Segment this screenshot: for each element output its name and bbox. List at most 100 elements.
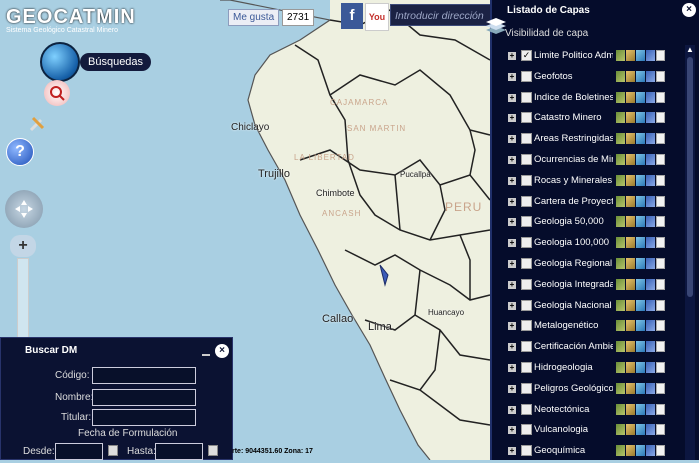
document-icon[interactable] <box>656 237 665 249</box>
transparency-icon[interactable] <box>646 50 655 61</box>
expand-icon[interactable]: + <box>508 280 516 289</box>
layer-row[interactable]: + Areas Restringidas <box>492 130 686 151</box>
layer-checkbox[interactable] <box>521 424 532 436</box>
expand-icon[interactable]: + <box>508 52 516 60</box>
zoom-to-layer-icon[interactable] <box>616 50 625 61</box>
metadata-icon[interactable] <box>636 299 645 311</box>
layer-checkbox[interactable] <box>521 237 532 249</box>
globe-icon[interactable] <box>40 42 80 82</box>
legend-icon[interactable] <box>626 133 635 145</box>
layer-row[interactable]: + Geologia 100,000 <box>492 234 686 255</box>
layer-checkbox[interactable] <box>521 403 532 415</box>
metadata-icon[interactable] <box>636 424 645 436</box>
codigo-field[interactable] <box>92 367 196 384</box>
zoom-to-layer-icon[interactable] <box>616 112 625 124</box>
legend-icon[interactable] <box>626 174 635 186</box>
help-icon[interactable]: ? <box>6 138 34 166</box>
document-icon[interactable] <box>656 174 665 186</box>
layer-row[interactable]: + Indice de Boletines y Mapas <box>492 89 686 110</box>
transparency-icon[interactable] <box>646 112 655 124</box>
zoom-to-layer-icon[interactable] <box>616 153 625 165</box>
transparency-icon[interactable] <box>646 278 655 290</box>
expand-icon[interactable]: + <box>508 197 516 206</box>
expand-icon[interactable]: + <box>508 259 516 268</box>
expand-icon[interactable]: + <box>508 176 516 185</box>
document-icon[interactable] <box>656 403 665 415</box>
expand-icon[interactable]: + <box>508 114 516 123</box>
layer-checkbox[interactable] <box>521 382 532 394</box>
pan-control-icon[interactable] <box>5 190 43 228</box>
metadata-icon[interactable] <box>636 195 645 207</box>
layer-checkbox[interactable] <box>521 153 532 165</box>
youtube-icon[interactable]: You <box>365 3 389 31</box>
layer-checkbox[interactable] <box>521 341 532 353</box>
titular-field[interactable] <box>92 409 196 426</box>
metadata-icon[interactable] <box>636 403 645 415</box>
transparency-icon[interactable] <box>646 237 655 249</box>
zoom-to-layer-icon[interactable] <box>616 237 625 249</box>
zoom-to-layer-icon[interactable] <box>616 320 625 332</box>
document-icon[interactable] <box>656 278 665 290</box>
expand-icon[interactable]: + <box>508 405 516 414</box>
legend-icon[interactable] <box>626 112 635 124</box>
expand-icon[interactable]: + <box>508 447 516 456</box>
document-icon[interactable] <box>656 341 665 353</box>
metadata-icon[interactable] <box>636 70 645 82</box>
legend-icon[interactable] <box>626 403 635 415</box>
legend-icon[interactable] <box>626 341 635 353</box>
legend-icon[interactable] <box>626 153 635 165</box>
document-icon[interactable] <box>656 424 665 436</box>
transparency-icon[interactable] <box>646 195 655 207</box>
transparency-icon[interactable] <box>646 299 655 311</box>
metadata-icon[interactable] <box>636 278 645 290</box>
expand-icon[interactable]: + <box>508 322 516 331</box>
layer-row[interactable]: + Certificación Ambiental <box>492 338 686 359</box>
document-icon[interactable] <box>656 153 665 165</box>
metadata-icon[interactable] <box>636 237 645 249</box>
document-icon[interactable] <box>656 445 665 457</box>
layer-checkbox[interactable] <box>521 299 532 311</box>
zoom-to-layer-icon[interactable] <box>616 445 625 457</box>
legend-icon[interactable] <box>626 91 635 103</box>
layer-checkbox[interactable] <box>521 216 532 228</box>
scroll-up-icon[interactable]: ▲ <box>686 45 694 54</box>
transparency-icon[interactable] <box>646 424 655 436</box>
desde-date-field[interactable] <box>55 443 103 460</box>
zoom-to-layer-icon[interactable] <box>616 195 625 207</box>
layer-row[interactable]: + Rocas y Minerales Industriales <box>492 172 686 193</box>
expand-icon[interactable]: + <box>508 363 516 372</box>
legend-icon[interactable] <box>626 257 635 269</box>
expand-icon[interactable]: + <box>508 239 516 248</box>
layer-row[interactable]: + Geologia 50,000 <box>492 213 686 234</box>
legend-icon[interactable] <box>626 50 635 61</box>
transparency-icon[interactable] <box>646 133 655 145</box>
transparency-icon[interactable] <box>646 382 655 394</box>
expand-icon[interactable]: + <box>508 301 516 310</box>
transparency-icon[interactable] <box>646 361 655 373</box>
layer-checkbox[interactable] <box>521 445 532 457</box>
document-icon[interactable] <box>656 133 665 145</box>
layer-row[interactable]: + Vulcanologia <box>492 421 686 442</box>
layer-row[interactable]: + Geologia Integrada <box>492 276 686 297</box>
zoom-in-button[interactable]: + <box>10 235 36 257</box>
document-icon[interactable] <box>656 112 665 124</box>
metadata-icon[interactable] <box>636 133 645 145</box>
zoom-to-layer-icon[interactable] <box>616 382 625 394</box>
nombre-field[interactable] <box>92 389 196 406</box>
desde-calendar-icon[interactable] <box>108 445 118 456</box>
metadata-icon[interactable] <box>636 320 645 332</box>
hasta-calendar-icon[interactable] <box>208 445 218 456</box>
layer-checkbox[interactable] <box>521 320 532 332</box>
zoom-to-layer-icon[interactable] <box>616 424 625 436</box>
legend-icon[interactable] <box>626 320 635 332</box>
document-icon[interactable] <box>656 361 665 373</box>
like-button[interactable]: Me gusta <box>228 9 280 26</box>
legend-icon[interactable] <box>626 424 635 436</box>
expand-icon[interactable]: + <box>508 155 516 164</box>
expand-icon[interactable]: + <box>508 72 516 81</box>
metadata-icon[interactable] <box>636 50 645 61</box>
legend-icon[interactable] <box>626 361 635 373</box>
legend-icon[interactable] <box>626 237 635 249</box>
metadata-icon[interactable] <box>636 341 645 353</box>
metadata-icon[interactable] <box>636 174 645 186</box>
